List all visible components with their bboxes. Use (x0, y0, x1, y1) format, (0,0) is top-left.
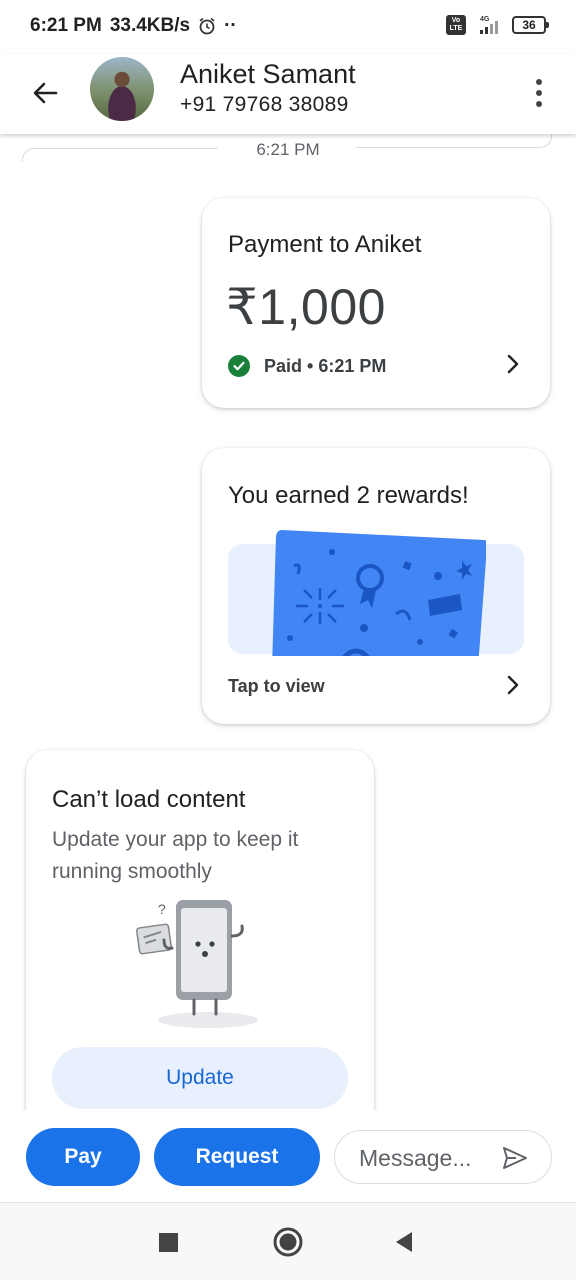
pay-button[interactable]: Pay (26, 1128, 140, 1186)
time-separator-label: 6:21 PM (256, 140, 320, 159)
reward-card[interactable]: You earned 2 rewards! Tap to view (202, 448, 550, 724)
reward-action-label: Tap to view (228, 676, 325, 696)
svg-text:4G: 4G (480, 16, 490, 23)
back-button[interactable] (24, 72, 66, 114)
avatar[interactable] (90, 57, 154, 121)
update-title: Can’t load content (52, 786, 246, 813)
status-right: Vo LTE 4G 36 (446, 14, 549, 36)
reward-scratch-card-icon (272, 530, 486, 656)
request-button[interactable]: Request (154, 1128, 320, 1186)
more-dot (536, 79, 542, 85)
payment-amount: ₹1,000 (226, 279, 386, 335)
signal-icon: 4G (480, 16, 498, 34)
payment-status-row: Paid • 6:21 PM (228, 355, 386, 377)
alarm-icon (199, 17, 215, 35)
update-button[interactable]: Update (52, 1047, 348, 1109)
status-dots: ·· (224, 15, 237, 36)
payment-card[interactable]: Payment to Aniket ₹1,000 Paid • 6:21 PM (202, 198, 550, 408)
contact-phone: +91 79768 38089 (180, 93, 349, 116)
battery-icon: 36 (512, 16, 549, 34)
time-separator: 6:21 PM (0, 134, 576, 168)
reward-title: You earned 2 rewards! (228, 482, 469, 509)
chevron-right-icon (507, 675, 519, 695)
app-bar: Aniket Samant +91 79768 38089 (0, 54, 576, 134)
more-vert-icon[interactable] (524, 72, 554, 114)
chat-area[interactable]: 6:21 PM Payment to Aniket ₹1,000 Paid • … (0, 134, 576, 1110)
nav-back-icon[interactable] (394, 1231, 414, 1253)
svg-text:?: ? (158, 901, 166, 917)
volte-icon: Vo LTE (446, 15, 466, 35)
update-card: Can’t load content Update your app to ke… (26, 750, 374, 1110)
nav-home-icon[interactable] (273, 1227, 303, 1257)
send-icon[interactable] (501, 1145, 529, 1171)
composer-bar: Pay Request (0, 1110, 576, 1202)
phone-illustration-icon: ? (135, 900, 258, 1028)
more-dot (536, 101, 542, 107)
update-body: Update your app to keep it running smoot… (52, 828, 299, 883)
status-time: 6:21 PM (30, 15, 102, 36)
payment-status: Paid • 6:21 PM (264, 355, 387, 376)
status-speed: 33.4KB/s (109, 15, 191, 36)
chevron-right-icon (507, 354, 519, 374)
payment-title: Payment to Aniket (228, 231, 422, 258)
back-arrow-icon (33, 82, 58, 104)
system-nav-bar (0, 1202, 576, 1280)
message-input-container[interactable] (334, 1130, 552, 1184)
status-left: 6:21 PM 33.4KB/s ·· (30, 15, 237, 37)
message-input[interactable] (359, 1141, 489, 1175)
nav-recent-icon[interactable] (159, 1233, 178, 1252)
status-bar: 6:21 PM 33.4KB/s ·· Vo LTE 4G 36 (0, 0, 576, 54)
check-circle-icon (228, 355, 250, 377)
more-dot (536, 90, 542, 96)
contact-name: Aniket Samant (180, 59, 356, 89)
